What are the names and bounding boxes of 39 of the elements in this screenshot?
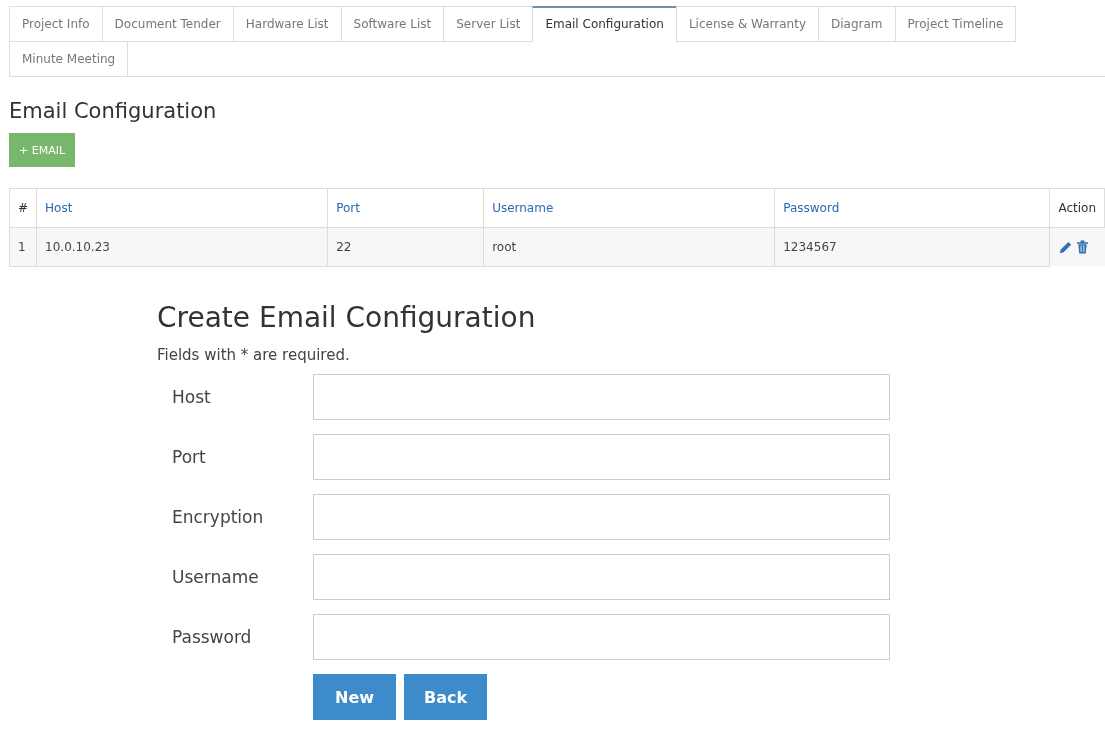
table-cell: 22 [327, 227, 484, 267]
input-field[interactable] [313, 374, 890, 420]
column-header: # [9, 188, 37, 228]
column-header: Action [1049, 188, 1105, 228]
tab[interactable]: Server List [443, 6, 534, 42]
input-field[interactable] [313, 494, 890, 540]
input-field[interactable] [313, 614, 890, 660]
tab[interactable]: Diagram [818, 6, 896, 42]
field-label: Port [171, 447, 207, 467]
tab[interactable]: License & Warranty [675, 6, 819, 42]
form-button[interactable]: Back [404, 674, 487, 720]
tab[interactable]: Minute Meeting [9, 41, 129, 77]
sort-link[interactable]: Username [483, 188, 775, 228]
pencil-icon[interactable] [1058, 239, 1074, 255]
sort-link[interactable]: Password [774, 188, 1050, 228]
form-title: Create Email Configuration [157, 301, 537, 334]
trash-icon[interactable] [1076, 239, 1090, 255]
table-cell: 1234567 [774, 227, 1050, 267]
tab[interactable]: Software List [340, 6, 445, 42]
add-email-button[interactable]: + EMAIL [9, 133, 76, 167]
input-field[interactable] [313, 434, 890, 480]
tab[interactable]: Project Info [9, 6, 103, 42]
page-heading: Email Configuration [9, 99, 218, 123]
table-cell: 10.0.10.23 [36, 227, 328, 267]
form-note: Fields with * are required. [157, 346, 351, 364]
tab[interactable]: Hardware List [232, 6, 342, 42]
tab[interactable]: Project Timeline [894, 6, 1017, 42]
sort-link[interactable]: Port [327, 188, 484, 228]
form-button[interactable]: New [313, 674, 396, 720]
table-cell: 1 [9, 227, 37, 267]
tab[interactable]: Document Tender [101, 6, 234, 42]
tab[interactable]: Email Configuration [532, 6, 677, 42]
sort-link[interactable]: Host [36, 188, 328, 228]
table-cell: root [483, 227, 775, 267]
field-label: Host [171, 387, 212, 407]
field-label: Password [171, 627, 253, 647]
field-label: Encryption [171, 507, 265, 527]
input-field[interactable] [313, 554, 890, 600]
field-label: Username [171, 567, 260, 587]
